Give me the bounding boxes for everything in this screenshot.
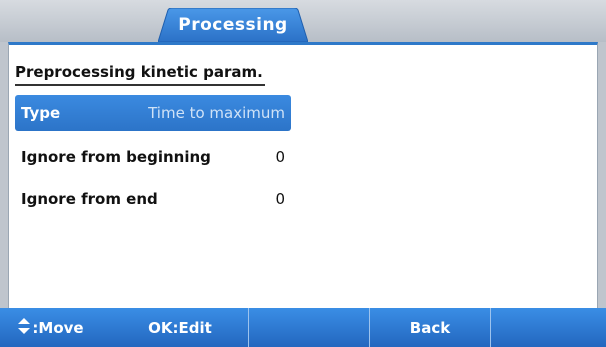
row-ignore-from-beginning[interactable]: Ignore from beginning 0: [15, 139, 291, 175]
row-label: Ignore from end: [21, 190, 158, 208]
main-panel: Preprocessing kinetic param. Type Time t…: [8, 42, 598, 308]
tab-processing[interactable]: Processing: [158, 8, 308, 42]
back-softkey[interactable]: Back: [370, 308, 490, 347]
empty-softkey[interactable]: [249, 308, 369, 347]
empty-softkey[interactable]: [491, 308, 601, 347]
row-value: 0: [275, 148, 285, 166]
tab-label: Processing: [178, 15, 288, 35]
device-screen: Processing Preprocessing kinetic param. …: [0, 0, 606, 347]
tab-bar: Processing: [0, 0, 606, 42]
row-label: Type: [21, 104, 61, 122]
back-label: Back: [409, 318, 451, 337]
up-down-arrows-icon: [18, 317, 31, 338]
row-value: 0: [275, 190, 285, 208]
edit-label: OK:Edit: [148, 318, 212, 337]
section-title: Preprocessing kinetic param.: [15, 63, 265, 86]
row-value: Time to maximum: [148, 104, 285, 122]
row-type[interactable]: Type Time to maximum: [15, 95, 291, 131]
row-label: Ignore from beginning: [21, 148, 211, 166]
move-label: :Move: [32, 318, 84, 337]
row-ignore-from-end[interactable]: Ignore from end 0: [15, 181, 291, 217]
move-softkey[interactable]: :Move: [6, 308, 96, 347]
edit-softkey[interactable]: OK:Edit: [110, 308, 250, 347]
softkey-bar: :Move OK:Edit Back: [0, 308, 606, 347]
